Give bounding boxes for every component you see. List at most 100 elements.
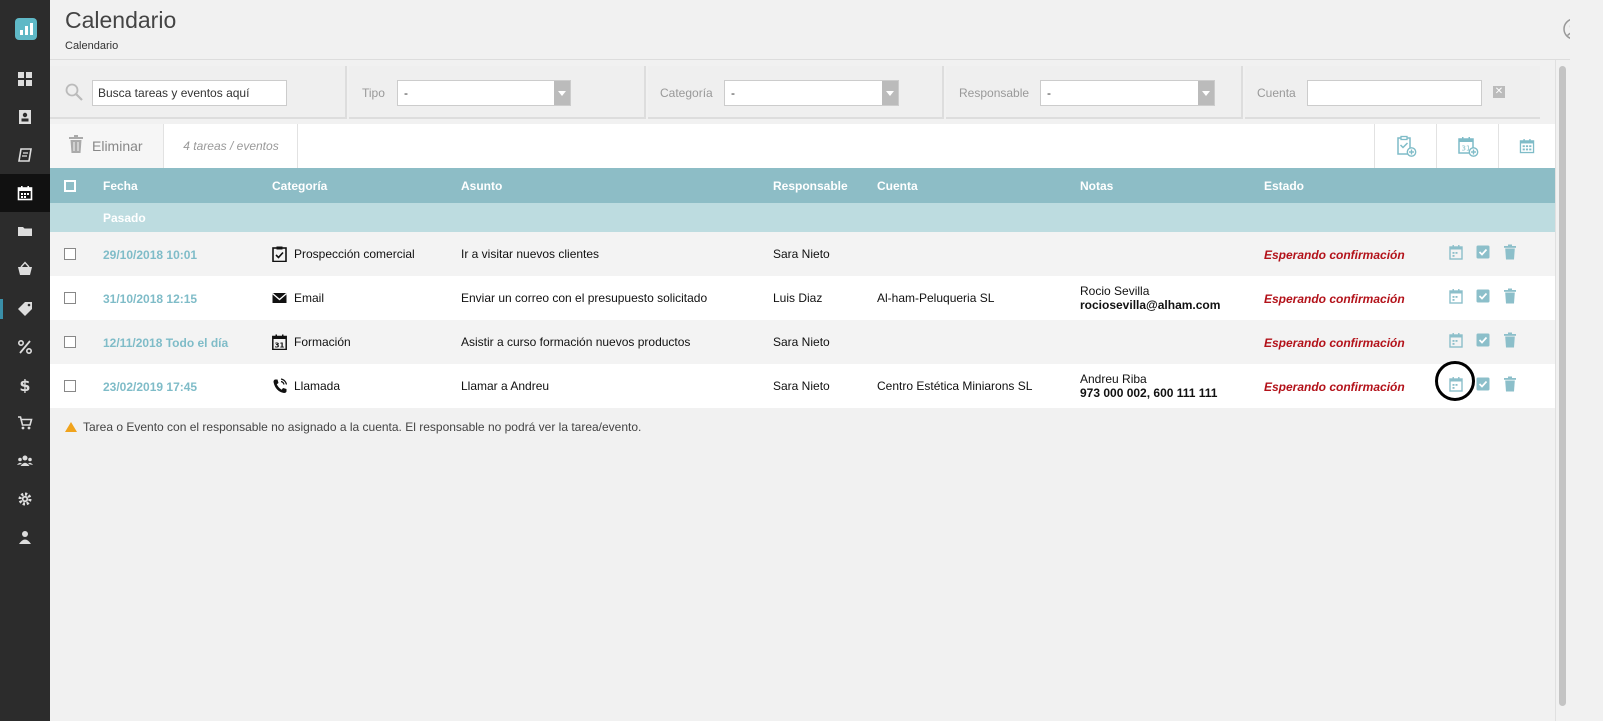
sidebar-item-folders[interactable] — [0, 212, 50, 250]
tipo-label: Tipo — [362, 86, 385, 100]
row-category-label: Formación — [294, 335, 351, 349]
responsable-filter-group: Responsable - — [946, 66, 1243, 119]
clear-filter-icon[interactable]: ✕ — [1493, 86, 1505, 98]
row-status: Esperando confirmación — [1264, 380, 1405, 394]
categoria-select[interactable]: - — [724, 80, 899, 106]
sidebar-item-percent[interactable] — [0, 328, 50, 366]
tipo-filter-group: Tipo - — [349, 66, 646, 119]
toolbar: Eliminar 4 tareas / eventos 31 — [50, 124, 1555, 168]
row-notes-contact: Andreu Riba — [1080, 372, 1147, 386]
page-header: Calendario Calendario — [50, 0, 1603, 60]
row-category: Prospección comercial — [272, 246, 415, 262]
sidebar-item-tags[interactable] — [0, 290, 50, 328]
calendar-31-icon: 31 — [272, 334, 287, 350]
row-date-link[interactable]: 12/11/2018 Todo el día — [103, 336, 228, 350]
reschedule-icon[interactable] — [1449, 332, 1463, 348]
column-header-asunto[interactable]: Asunto — [461, 179, 502, 193]
row-checkbox[interactable] — [64, 292, 76, 304]
sidebar-item-basket[interactable] — [0, 250, 50, 288]
row-category-label: Prospección comercial — [294, 247, 415, 261]
new-event-button[interactable]: 31 — [1436, 124, 1498, 168]
page-title: Calendario — [65, 7, 177, 33]
footer-warning-text: Tarea o Evento con el responsable no asi… — [83, 420, 642, 434]
complete-checkbox-icon[interactable] — [1476, 332, 1490, 348]
row-responsible: Sara Nieto — [773, 247, 830, 261]
complete-checkbox-icon[interactable] — [1476, 288, 1490, 304]
chevron-down-icon — [1198, 81, 1214, 105]
sidebar-item-dashboard[interactable] — [0, 60, 50, 98]
row-responsible: Luis Diaz — [773, 291, 823, 305]
table-row[interactable]: 12/11/2018 Todo el día 31 Formación Asis… — [50, 320, 1555, 364]
users-icon — [17, 455, 33, 466]
gear-icon — [18, 492, 32, 506]
table-row[interactable]: 29/10/2018 10:01 Prospección comercial I… — [50, 232, 1555, 276]
responsable-label: Responsable — [959, 86, 1030, 100]
cart-icon — [18, 416, 33, 430]
row-notes-contact: Rocio Sevilla — [1080, 284, 1150, 298]
app-logo-icon[interactable] — [15, 18, 37, 40]
scrollbar-thumb[interactable] — [1559, 66, 1566, 706]
row-account: Centro Estética Miniarons SL — [877, 379, 1033, 393]
complete-checkbox-icon[interactable] — [1476, 376, 1490, 392]
column-header-fecha[interactable]: Fecha — [103, 179, 138, 193]
row-date-link[interactable]: 31/10/2018 12:15 — [103, 292, 197, 306]
svg-text:$: $ — [19, 377, 30, 393]
tag-icon — [18, 302, 32, 316]
categoria-select-value: - — [731, 86, 735, 100]
events-table: Fecha Categoría Asunto Responsable Cuent… — [50, 168, 1555, 408]
tipo-select[interactable]: - — [397, 80, 571, 106]
sidebar-item-calendar[interactable] — [0, 174, 50, 212]
filter-bar: Tipo - Categoría - Responsable - Cuenta … — [50, 66, 1590, 120]
sidebar-item-cart[interactable] — [0, 404, 50, 442]
trash-icon[interactable] — [1503, 288, 1517, 304]
sidebar-item-receipts[interactable] — [0, 136, 50, 174]
row-checkbox[interactable] — [64, 248, 76, 260]
row-checkbox[interactable] — [64, 336, 76, 348]
delete-button[interactable]: Eliminar — [50, 124, 164, 168]
trash-icon[interactable] — [1503, 376, 1517, 392]
column-header-cuenta[interactable]: Cuenta — [877, 179, 918, 193]
svg-text:31: 31 — [275, 342, 285, 350]
cuenta-input[interactable] — [1307, 80, 1482, 106]
sidebar-item-contacts[interactable] — [0, 98, 50, 136]
user-icon — [19, 531, 31, 544]
column-header-categoria[interactable]: Categoría — [272, 179, 327, 193]
row-category: 31 Formación — [272, 334, 351, 350]
table-row[interactable]: 23/02/2019 17:45 Llamada Llamar a Andreu… — [50, 361, 1555, 408]
row-subject: Enviar un correo con el presupuesto soli… — [461, 291, 708, 305]
reschedule-icon[interactable] — [1449, 376, 1463, 392]
row-status: Esperando confirmación — [1264, 336, 1405, 350]
search-input[interactable] — [92, 80, 287, 106]
row-status: Esperando confirmación — [1264, 248, 1405, 262]
row-notes-detail: 973 000 002, 600 111 111 — [1080, 386, 1218, 400]
group-header-pasado: Pasado — [50, 203, 1555, 232]
complete-checkbox-icon[interactable] — [1476, 244, 1490, 260]
trash-icon[interactable] — [1503, 332, 1517, 348]
phone-icon — [273, 378, 287, 393]
calendar-view-button[interactable] — [1498, 124, 1555, 168]
row-checkbox[interactable] — [64, 380, 76, 392]
folder-icon — [18, 227, 32, 236]
trash-icon[interactable] — [1503, 244, 1517, 260]
reschedule-icon[interactable] — [1449, 288, 1463, 304]
breadcrumb: Calendario — [65, 40, 119, 52]
sidebar-item-settings[interactable] — [0, 480, 50, 518]
column-header-responsable[interactable]: Responsable — [773, 179, 848, 193]
column-header-notas[interactable]: Notas — [1080, 179, 1113, 193]
responsable-select[interactable]: - — [1040, 80, 1215, 106]
select-all-checkbox[interactable] — [64, 180, 76, 192]
row-date-link[interactable]: 29/10/2018 10:01 — [103, 248, 197, 262]
sidebar-item-profile[interactable] — [0, 518, 50, 556]
row-date-link[interactable]: 23/02/2019 17:45 — [103, 380, 197, 394]
reschedule-icon[interactable] — [1449, 244, 1463, 260]
basket-icon — [18, 261, 32, 275]
column-header-estado[interactable]: Estado — [1264, 179, 1304, 193]
sidebar-item-billing[interactable]: $ — [0, 366, 50, 404]
delete-button-label: Eliminar — [92, 138, 143, 154]
sidebar-item-users[interactable] — [0, 442, 50, 480]
new-task-button[interactable] — [1374, 124, 1436, 168]
table-row[interactable]: 31/10/2018 12:15 Email Enviar un correo … — [50, 276, 1555, 320]
row-subject: Asistir a curso formación nuevos product… — [461, 335, 691, 349]
row-category-label: Llamada — [294, 379, 341, 393]
categoria-filter-group: Categoría - — [648, 66, 944, 119]
